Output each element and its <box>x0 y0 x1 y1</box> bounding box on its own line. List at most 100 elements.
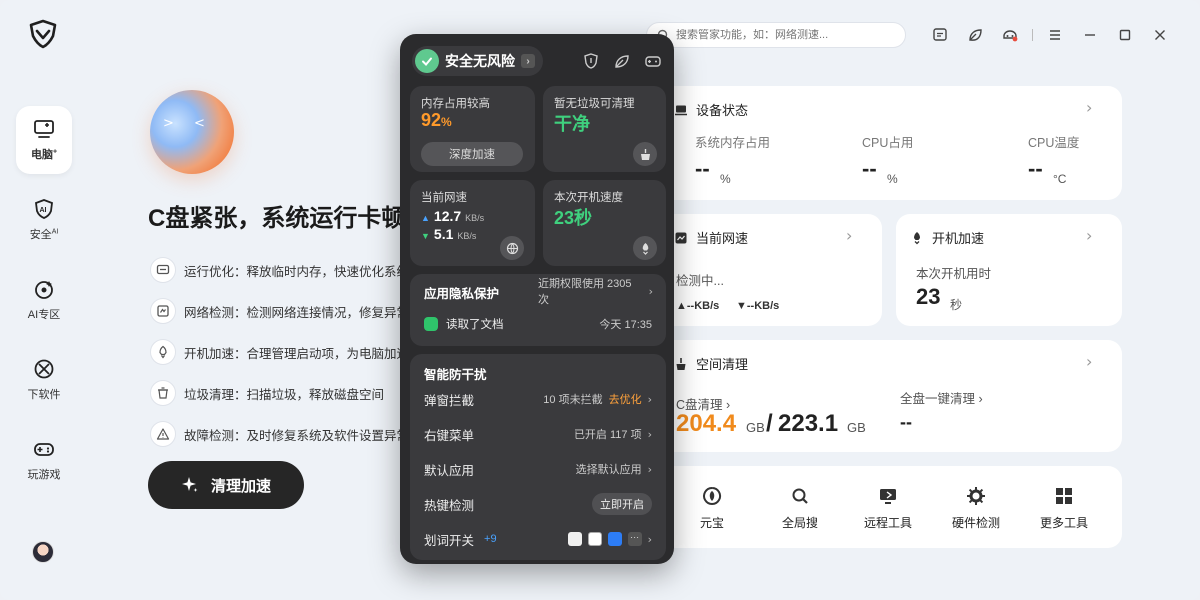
tool-global-search[interactable]: 全局搜 <box>770 486 830 531</box>
ai-zone-icon <box>35 281 53 299</box>
sidebar-item-label: AI专区 <box>27 309 61 321</box>
card-title: 开机加速 <box>932 231 985 246</box>
chevron-right-icon[interactable]: › <box>846 226 852 245</box>
card-header: 空间清理 <box>674 354 748 373</box>
sidebar-item-ai-zone[interactable]: AI专区 <box>16 266 72 334</box>
deep-speedup-button[interactable]: 深度加速 <box>421 142 523 166</box>
separator: / <box>766 410 773 437</box>
app-icon <box>587 532 602 546</box>
clean-speedup-button[interactable]: 清理加速 <box>148 461 304 509</box>
network-icon <box>675 232 687 243</box>
card-title: 当前网速 <box>696 231 749 246</box>
grid-icon <box>1056 488 1072 504</box>
card-title: 设备状态 <box>696 103 749 118</box>
space-clean-card[interactable]: 空间清理 › C盘清理 › 204.4 GB / 223.1 GB 全盘一键清理… <box>660 340 1122 452</box>
page-title: C盘紧张，系统运行卡顿 <box>148 205 406 232</box>
broom-icon[interactable] <box>633 142 657 166</box>
minimize-icon[interactable] <box>1081 26 1099 44</box>
enable-now-button[interactable]: 立即开启 <box>592 493 652 515</box>
menu-icon[interactable] <box>1046 26 1064 44</box>
fault-detect-icon <box>150 421 176 447</box>
tool-label: 远程工具 <box>863 516 912 530</box>
chevron-right-icon[interactable]: › <box>1086 98 1092 117</box>
security-status-pill[interactable]: 安全无风险 › <box>412 46 543 76</box>
tool-remote[interactable]: 远程工具 <box>858 486 918 531</box>
word-switch-row[interactable]: 划词开关 +9 ··· › <box>424 529 652 549</box>
run-optimize-icon <box>150 257 176 283</box>
memory-percent: 92% <box>421 110 452 130</box>
full-disk-clean-link[interactable]: 全盘一键清理 › <box>900 388 983 407</box>
sidebar: 电脑+ AI 安全AI AI专区 下软件 玩游戏 <box>0 0 88 600</box>
sidebar-item-computer[interactable]: 电脑+ <box>16 106 72 174</box>
device-status-card[interactable]: 设备状态 › 系统内存占用 -- % CPU占用 -- % CPU温度 -- °… <box>660 86 1122 200</box>
junk-title: 暂无垃圾可清理 <box>554 98 635 110</box>
avatar[interactable] <box>32 541 54 563</box>
tool-label: 元宝 <box>699 516 724 530</box>
remote-tool-icon <box>880 489 896 504</box>
yuanbao-icon <box>703 487 721 505</box>
tool-more[interactable]: 更多工具 <box>1034 486 1094 531</box>
popup-block-row[interactable]: 弹窗拦截 10 项未拦截 去优化 › <box>424 389 652 409</box>
chevron-right-icon[interactable]: › <box>1086 226 1092 245</box>
sidebar-item-security[interactable]: AI 安全AI <box>16 186 72 254</box>
c-drive-total: 223.1 <box>778 410 839 437</box>
globe-icon[interactable] <box>500 236 524 260</box>
junk-tile[interactable]: 暂无垃圾可清理 干净 <box>543 86 666 172</box>
boot-tile[interactable]: 本次开机速度 23秒 <box>543 180 666 266</box>
rocket-icon[interactable] <box>633 236 657 260</box>
feature-text: 垃圾清理：扫描垃圾，释放磁盘空间 <box>184 387 385 402</box>
feature-text: 网络检测：检测网络连接情况，修复异常网络 <box>184 305 405 320</box>
upload-line: ▲ 12.7 KB/s <box>421 208 485 224</box>
privacy-event-row[interactable]: 读取了文档 今天 17:35 <box>424 314 652 334</box>
memory-value: -- <box>695 156 710 181</box>
game-mode-icon[interactable] <box>1001 26 1019 44</box>
search-input[interactable] <box>676 29 886 41</box>
shield-ai-icon: AI <box>35 199 53 219</box>
hotkey-row[interactable]: 热键检测 立即开启 <box>424 493 652 515</box>
network-tile[interactable]: 当前网速 ▲ 12.7 KB/s ▼ 5.1 KB/s <box>410 180 535 266</box>
leaf-icon[interactable] <box>613 52 631 70</box>
anti-title: 智能防干扰 <box>424 368 487 382</box>
feature-item: 垃圾清理：扫描垃圾，释放磁盘空间 <box>150 378 405 408</box>
chevron-right-icon[interactable]: › <box>1086 352 1092 371</box>
maximize-icon[interactable] <box>1116 26 1134 44</box>
quick-panel-popup: 安全无风险 › 内存占用较高 92% 深度加速 暂无垃圾可清理 干净 当前网速 … <box>400 34 674 564</box>
cpu-unit: % <box>887 172 898 186</box>
context-menu-row[interactable]: 右键菜单 已开启 117 项 › <box>424 424 652 444</box>
skin-leaf-icon[interactable] <box>966 26 984 44</box>
cpu-temp-label: CPU温度 <box>1028 136 1080 150</box>
sidebar-item-games[interactable]: 玩游戏 <box>16 426 72 494</box>
junk-status: 干净 <box>554 114 590 134</box>
tool-label: 更多工具 <box>1039 516 1088 530</box>
rocket-icon <box>914 231 920 244</box>
privacy-section[interactable]: 应用隐私保护 近期权限使用 2305 次 › 读取了文档 今天 17:35 <box>410 274 666 346</box>
gamepad-icon <box>34 443 54 456</box>
tool-label: 全局搜 <box>781 516 818 530</box>
feature-text: 故障检测：及时修复系统及软件设置异常 <box>184 428 405 443</box>
global-search-icon <box>792 488 808 504</box>
card-title: 空间清理 <box>696 357 749 372</box>
tool-yuanbao[interactable]: 元宝 <box>682 486 742 531</box>
search-box[interactable] <box>646 22 906 48</box>
orb-face: > < <box>163 116 213 131</box>
status-orb <box>150 90 234 174</box>
default-app-row[interactable]: 默认应用 选择默认应用 › <box>424 459 652 479</box>
tool-hardware[interactable]: 硬件检测 <box>946 486 1006 531</box>
boot-speed-card[interactable]: 开机加速 › 本次开机用时 23 秒 <box>896 214 1122 326</box>
svg-text:AI: AI <box>40 207 47 214</box>
wechat-icon <box>424 317 438 331</box>
security-status: 安全无风险 <box>445 53 515 69</box>
cpu-label: CPU占用 <box>862 136 914 150</box>
network-status: 检测中... <box>676 274 724 288</box>
laptop-icon <box>675 105 687 115</box>
close-icon[interactable] <box>1151 26 1169 44</box>
network-speed-card[interactable]: 当前网速 › 检测中... ▲--KB/s ▼--KB/s <box>660 214 882 326</box>
memory-tile[interactable]: 内存占用较高 92% 深度加速 <box>410 86 535 172</box>
logo-icon <box>29 19 57 49</box>
feedback-icon[interactable] <box>931 26 949 44</box>
privacy-summary[interactable]: 近期权限使用 2305 次 › <box>538 278 653 306</box>
boot-time-label: 本次开机用时 <box>916 267 992 281</box>
gamepad-icon[interactable] <box>644 52 662 70</box>
sidebar-item-download[interactable]: 下软件 <box>16 346 72 414</box>
shield-icon[interactable] <box>582 52 600 70</box>
